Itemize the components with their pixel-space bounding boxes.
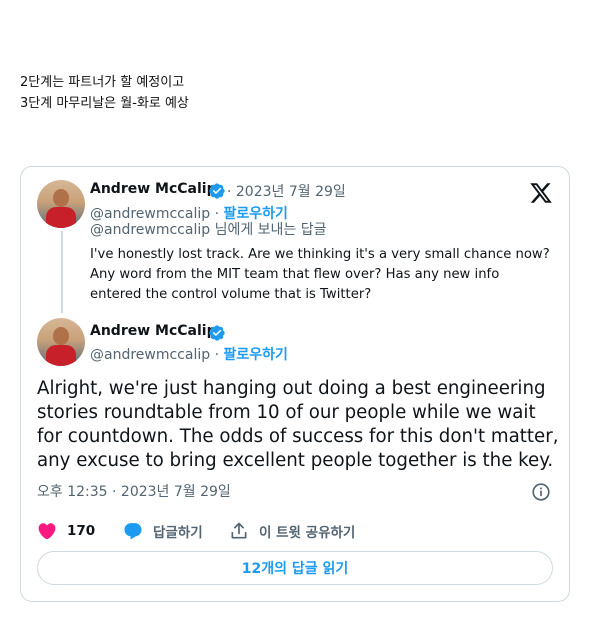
author-avatar[interactable]: [37, 180, 85, 228]
verified-badge-icon: [209, 183, 225, 199]
author-avatar[interactable]: [37, 318, 85, 366]
share-label: 이 트윗 공유하기: [259, 525, 356, 541]
tweet-text: Alright, we're just hanging out doing a …: [37, 378, 559, 471]
author-name[interactable]: Andrew McCalip: [90, 323, 217, 339]
tweet-embed-card[interactable]: Andrew McCalip · 2023년 7월 29일 @andrewmcc…: [20, 166, 570, 602]
intro-line-2: 3단계 마무리날은 월-화로 예상: [20, 96, 189, 111]
heart-icon: [38, 523, 56, 540]
reply-to-label[interactable]: @andrewmccalip 님에게 보내는 답글: [90, 219, 327, 239]
parent-tweet-text: I've honestly lost track. Are we thinkin…: [90, 247, 550, 302]
intro-line-1: 2단계는 파트너가 할 예정이고: [20, 75, 185, 90]
share-icon: [231, 522, 247, 539]
tweet-date[interactable]: · 2023년 7월 29일: [227, 181, 346, 201]
reply-bubble-icon: [124, 523, 142, 540]
share-button[interactable]: 이 트윗 공유하기: [229, 521, 355, 541]
author-name[interactable]: Andrew McCalip: [90, 181, 217, 197]
separator: ·: [210, 347, 224, 363]
tweet-timestamp[interactable]: 오후 12:35 · 2023년 7월 29일: [37, 481, 231, 501]
read-replies-button[interactable]: 12개의 답글 읽기: [37, 551, 553, 585]
thread-connector: [61, 231, 63, 313]
like-count: 170: [67, 523, 96, 539]
reply-button[interactable]: 답글하기: [123, 521, 203, 541]
tweet-actions: 170 답글하기 이 트윗 공유하기: [37, 521, 557, 545]
reply-label: 답글하기: [153, 525, 203, 541]
like-button[interactable]: 170: [37, 521, 95, 541]
verified-badge-icon: [209, 325, 225, 341]
info-icon[interactable]: [530, 481, 552, 503]
follow-button[interactable]: 팔로우하기: [224, 347, 288, 363]
author-handle-line: @andrewmccalip · 팔로우하기: [90, 344, 288, 364]
intro-text: 2단계는 파트너가 할 예정이고 3단계 마무리날은 월-화로 예상: [20, 72, 189, 114]
x-logo-icon[interactable]: [529, 181, 553, 205]
author-handle[interactable]: @andrewmccalip: [90, 347, 210, 363]
